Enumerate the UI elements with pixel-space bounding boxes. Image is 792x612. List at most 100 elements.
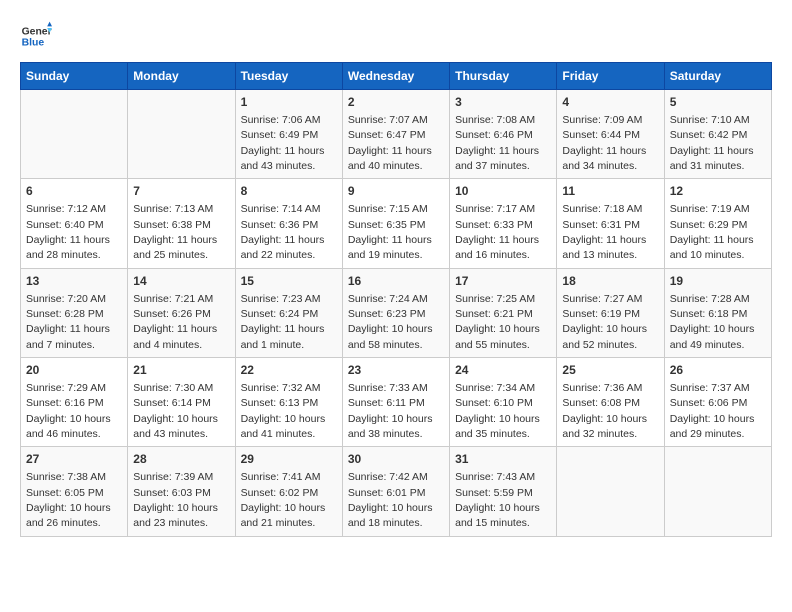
day-number: 5 <box>670 94 766 111</box>
day-number: 16 <box>348 273 444 290</box>
calendar-cell: 17 Sunrise: 7:25 AM Sunset: 6:21 PM Dayli… <box>450 268 557 357</box>
calendar-body: 1 Sunrise: 7:06 AM Sunset: 6:49 PM Daylig… <box>21 90 772 537</box>
day-info: Sunrise: 7:15 AM Sunset: 6:35 PM Dayligh… <box>348 203 432 261</box>
day-of-week-header: Wednesday <box>342 63 449 90</box>
calendar-table: SundayMondayTuesdayWednesdayThursdayFrid… <box>20 62 772 537</box>
day-info: Sunrise: 7:19 AM Sunset: 6:29 PM Dayligh… <box>670 203 754 261</box>
day-info: Sunrise: 7:08 AM Sunset: 6:46 PM Dayligh… <box>455 114 539 172</box>
day-info: Sunrise: 7:20 AM Sunset: 6:28 PM Dayligh… <box>26 293 110 351</box>
calendar-cell: 20 Sunrise: 7:29 AM Sunset: 6:16 PM Dayli… <box>21 358 128 447</box>
day-info: Sunrise: 7:27 AM Sunset: 6:19 PM Dayligh… <box>562 293 647 351</box>
page-header: General Blue <box>20 20 772 52</box>
day-info: Sunrise: 7:42 AM Sunset: 6:01 PM Dayligh… <box>348 471 433 529</box>
calendar-cell: 11 Sunrise: 7:18 AM Sunset: 6:31 PM Dayli… <box>557 179 664 268</box>
calendar-cell: 19 Sunrise: 7:28 AM Sunset: 6:18 PM Dayli… <box>664 268 771 357</box>
day-info: Sunrise: 7:21 AM Sunset: 6:26 PM Dayligh… <box>133 293 217 351</box>
day-info: Sunrise: 7:25 AM Sunset: 6:21 PM Dayligh… <box>455 293 540 351</box>
day-number: 4 <box>562 94 658 111</box>
day-info: Sunrise: 7:17 AM Sunset: 6:33 PM Dayligh… <box>455 203 539 261</box>
calendar-week-row: 1 Sunrise: 7:06 AM Sunset: 6:49 PM Daylig… <box>21 90 772 179</box>
day-number: 29 <box>241 451 337 468</box>
day-info: Sunrise: 7:41 AM Sunset: 6:02 PM Dayligh… <box>241 471 326 529</box>
calendar-cell: 24 Sunrise: 7:34 AM Sunset: 6:10 PM Dayli… <box>450 358 557 447</box>
day-info: Sunrise: 7:14 AM Sunset: 6:36 PM Dayligh… <box>241 203 325 261</box>
day-number: 25 <box>562 362 658 379</box>
svg-text:Blue: Blue <box>22 38 45 49</box>
day-info: Sunrise: 7:36 AM Sunset: 6:08 PM Dayligh… <box>562 382 647 440</box>
day-info: Sunrise: 7:39 AM Sunset: 6:03 PM Dayligh… <box>133 471 218 529</box>
day-of-week-header: Sunday <box>21 63 128 90</box>
day-info: Sunrise: 7:10 AM Sunset: 6:42 PM Dayligh… <box>670 114 754 172</box>
day-number: 30 <box>348 451 444 468</box>
day-number: 24 <box>455 362 551 379</box>
calendar-cell <box>21 90 128 179</box>
calendar-cell: 13Sunrise: 7:20 AM Sunset: 6:28 PM Dayli… <box>21 268 128 357</box>
logo: General Blue <box>20 20 52 52</box>
day-info: Sunrise: 7:06 AM Sunset: 6:49 PM Dayligh… <box>241 114 325 172</box>
day-number: 28 <box>133 451 229 468</box>
day-number: 23 <box>348 362 444 379</box>
day-info: Sunrise: 7:07 AM Sunset: 6:47 PM Dayligh… <box>348 114 432 172</box>
day-info: Sunrise: 7:09 AM Sunset: 6:44 PM Dayligh… <box>562 114 646 172</box>
day-info: Sunrise: 7:29 AM Sunset: 6:16 PM Dayligh… <box>26 382 111 440</box>
calendar-cell: 3Sunrise: 7:08 AM Sunset: 6:46 PM Daylig… <box>450 90 557 179</box>
calendar-cell: 2 Sunrise: 7:07 AM Sunset: 6:47 PM Daylig… <box>342 90 449 179</box>
day-number: 1 <box>241 94 337 111</box>
day-number: 18 <box>562 273 658 290</box>
day-number: 7 <box>133 183 229 200</box>
day-number: 2 <box>348 94 444 111</box>
day-of-week-header: Thursday <box>450 63 557 90</box>
calendar-week-row: 20 Sunrise: 7:29 AM Sunset: 6:16 PM Dayli… <box>21 358 772 447</box>
day-of-week-header: Friday <box>557 63 664 90</box>
calendar-cell: 18 Sunrise: 7:27 AM Sunset: 6:19 PM Dayli… <box>557 268 664 357</box>
calendar-cell: 6Sunrise: 7:12 AM Sunset: 6:40 PM Daylig… <box>21 179 128 268</box>
day-number: 10 <box>455 183 551 200</box>
calendar-cell: 1 Sunrise: 7:06 AM Sunset: 6:49 PM Daylig… <box>235 90 342 179</box>
day-info: Sunrise: 7:28 AM Sunset: 6:18 PM Dayligh… <box>670 293 755 351</box>
calendar-cell <box>664 447 771 536</box>
day-info: Sunrise: 7:33 AM Sunset: 6:11 PM Dayligh… <box>348 382 433 440</box>
calendar-cell: 10 Sunrise: 7:17 AM Sunset: 6:33 PM Dayli… <box>450 179 557 268</box>
calendar-cell: 15 Sunrise: 7:23 AM Sunset: 6:24 PM Dayli… <box>235 268 342 357</box>
day-number: 26 <box>670 362 766 379</box>
day-number: 20 <box>26 362 122 379</box>
calendar-cell: 9 Sunrise: 7:15 AM Sunset: 6:35 PM Daylig… <box>342 179 449 268</box>
calendar-cell: 26 Sunrise: 7:37 AM Sunset: 6:06 PM Dayli… <box>664 358 771 447</box>
calendar-cell: 30 Sunrise: 7:42 AM Sunset: 6:01 PM Dayli… <box>342 447 449 536</box>
calendar-cell: 27 Sunrise: 7:38 AM Sunset: 6:05 PM Dayli… <box>21 447 128 536</box>
day-info: Sunrise: 7:30 AM Sunset: 6:14 PM Dayligh… <box>133 382 218 440</box>
day-info: Sunrise: 7:38 AM Sunset: 6:05 PM Dayligh… <box>26 471 111 529</box>
day-number: 15 <box>241 273 337 290</box>
calendar-cell <box>557 447 664 536</box>
day-info: Sunrise: 7:18 AM Sunset: 6:31 PM Dayligh… <box>562 203 646 261</box>
day-number: 9 <box>348 183 444 200</box>
day-info: Sunrise: 7:32 AM Sunset: 6:13 PM Dayligh… <box>241 382 326 440</box>
calendar-week-row: 13Sunrise: 7:20 AM Sunset: 6:28 PM Dayli… <box>21 268 772 357</box>
day-number: 14 <box>133 273 229 290</box>
day-of-week-header: Saturday <box>664 63 771 90</box>
day-info: Sunrise: 7:43 AM Sunset: 5:59 PM Dayligh… <box>455 471 540 529</box>
calendar-cell: 28 Sunrise: 7:39 AM Sunset: 6:03 PM Dayli… <box>128 447 235 536</box>
day-number: 8 <box>241 183 337 200</box>
day-number: 17 <box>455 273 551 290</box>
calendar-cell: 31 Sunrise: 7:43 AM Sunset: 5:59 PM Dayli… <box>450 447 557 536</box>
day-info: Sunrise: 7:23 AM Sunset: 6:24 PM Dayligh… <box>241 293 325 351</box>
day-number: 6 <box>26 183 122 200</box>
calendar-cell: 21Sunrise: 7:30 AM Sunset: 6:14 PM Dayli… <box>128 358 235 447</box>
calendar-cell: 29 Sunrise: 7:41 AM Sunset: 6:02 PM Dayli… <box>235 447 342 536</box>
calendar-week-row: 6Sunrise: 7:12 AM Sunset: 6:40 PM Daylig… <box>21 179 772 268</box>
calendar-cell: 22Sunrise: 7:32 AM Sunset: 6:13 PM Dayli… <box>235 358 342 447</box>
day-info: Sunrise: 7:37 AM Sunset: 6:06 PM Dayligh… <box>670 382 755 440</box>
day-number: 11 <box>562 183 658 200</box>
day-number: 27 <box>26 451 122 468</box>
day-info: Sunrise: 7:34 AM Sunset: 6:10 PM Dayligh… <box>455 382 540 440</box>
day-info: Sunrise: 7:24 AM Sunset: 6:23 PM Dayligh… <box>348 293 433 351</box>
calendar-cell <box>128 90 235 179</box>
logo-icon: General Blue <box>20 20 52 52</box>
day-number: 19 <box>670 273 766 290</box>
day-number: 31 <box>455 451 551 468</box>
calendar-cell: 25 Sunrise: 7:36 AM Sunset: 6:08 PM Dayli… <box>557 358 664 447</box>
calendar-header-row: SundayMondayTuesdayWednesdayThursdayFrid… <box>21 63 772 90</box>
calendar-cell: 4 Sunrise: 7:09 AM Sunset: 6:44 PM Daylig… <box>557 90 664 179</box>
day-number: 12 <box>670 183 766 200</box>
